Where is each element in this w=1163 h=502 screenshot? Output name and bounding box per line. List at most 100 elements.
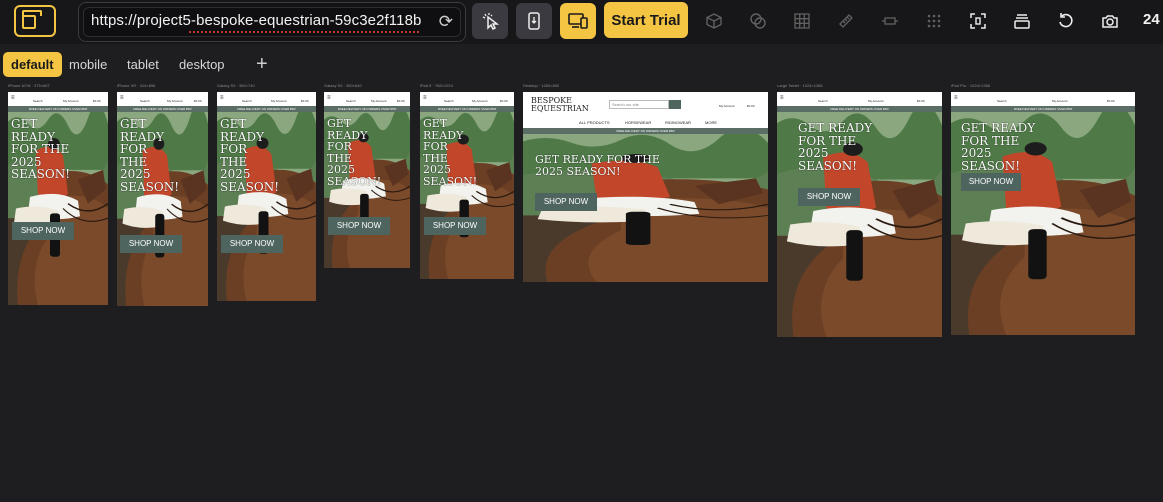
mobile-device-icon[interactable] [516, 3, 552, 39]
overlap-icon[interactable] [749, 12, 767, 30]
brand-line: EQUESTRIAN [531, 104, 589, 114]
site-cart-link[interactable]: €0.00 [93, 99, 101, 103]
device-label: iPhone 6/7/8 · 375×667 [8, 83, 50, 88]
undo-icon[interactable] [1057, 12, 1075, 30]
hero-banner: GET READY FOR THE 2025 SEASON! SHOP NOW [951, 112, 1135, 335]
site-account-link[interactable]: My Account [472, 99, 488, 103]
screenshot-frame-icon[interactable] [969, 12, 987, 30]
site-cart-link[interactable]: €0.00 [917, 99, 925, 103]
hamburger-icon[interactable]: ≡ [423, 95, 427, 101]
hamburger-icon[interactable]: ≡ [220, 95, 224, 101]
site-nav-item[interactable]: ALL PRODUCTS [579, 120, 610, 125]
site-account-link[interactable]: My Account [719, 104, 735, 108]
site-account-link[interactable]: My Account [1052, 99, 1068, 103]
site-header: Search My Account €0.00 ≡ [117, 92, 208, 106]
divider-icon[interactable] [881, 12, 899, 30]
site-search-link[interactable]: Search [346, 99, 356, 103]
hamburger-icon[interactable]: ≡ [11, 95, 15, 101]
shop-now-button[interactable]: SHOP NOW [12, 222, 74, 240]
hero-title: GET READY FOR THE 2025 SEASON! [423, 117, 478, 188]
url-bar[interactable]: https://project5-bespoke-equestrian-59c3… [78, 2, 466, 42]
site-search-link[interactable]: Search [242, 99, 252, 103]
hero-banner: GET READY FOR THE 2025 SEASON! SHOP NOW [8, 112, 108, 305]
site-search-link[interactable]: Search [818, 99, 828, 103]
shop-now-button[interactable]: SHOP NOW [221, 235, 283, 253]
site-search-link[interactable]: Search [33, 99, 43, 103]
start-trial-button[interactable]: Start Trial [604, 2, 688, 38]
site-cart-link[interactable]: €0.00 [301, 99, 309, 103]
hero-banner: GET READY FOR THE 2025 SEASON! SHOP NOW [420, 112, 514, 279]
tab-tablet[interactable]: tablet [119, 52, 167, 77]
device-frame[interactable]: Search My Account €0.00 ≡ FREE DELIVERY ON O… [117, 92, 208, 306]
site-search-button[interactable] [669, 100, 681, 109]
site-cart-link[interactable]: €0.00 [747, 104, 755, 108]
shop-now-button[interactable]: SHOP NOW [328, 217, 390, 235]
site-header: Search My Account €0.00 ≡ [777, 92, 942, 106]
device-frame[interactable]: Search My Account €0.00 ≡ FREE DELIVERY ON O… [951, 92, 1135, 335]
hero-title: GET READY FOR THE 2025 SEASON! [220, 117, 280, 194]
grid-icon[interactable] [793, 12, 811, 30]
site-account-link[interactable]: My Account [371, 99, 387, 103]
camera-icon[interactable] [1101, 12, 1119, 30]
tab-default[interactable]: default [3, 52, 62, 77]
device-frame[interactable]: Search My Account €0.00 ≡ FREE DELIVERY ON O… [217, 92, 316, 301]
logo-icon[interactable] [14, 5, 56, 37]
site-cart-link[interactable]: €0.00 [194, 99, 202, 103]
url-text[interactable]: https://project5-bespoke-equestrian-59c3… [91, 12, 421, 29]
hamburger-icon[interactable]: ≡ [120, 95, 124, 101]
site-nav-item[interactable]: HORSEWEAR [625, 120, 651, 125]
hero-banner: GET READY FOR THE 2025 SEASON! SHOP NOW [324, 112, 410, 268]
site-search-link[interactable]: Search [140, 99, 150, 103]
shop-now-button[interactable]: SHOP NOW [120, 235, 182, 253]
device-frame[interactable]: BESPOKE EQUESTRIAN Search our site My Accou… [523, 92, 768, 282]
hamburger-icon[interactable]: ≡ [327, 95, 331, 101]
device-label: Desktop · 1280×800 [523, 83, 560, 88]
shop-now-button[interactable]: SHOP NOW [535, 193, 597, 211]
add-tab-button[interactable]: + [256, 53, 268, 75]
hero-title: GET READY FOR THE 2025 SEASON! [120, 117, 180, 194]
hero-title: GET READY FOR THE 2025 SEASON! [961, 121, 1036, 173]
cube-icon[interactable] [705, 12, 723, 30]
hamburger-icon[interactable]: ≡ [780, 95, 784, 101]
reload-icon[interactable]: ⟳ [439, 12, 453, 32]
site-account-link[interactable]: My Account [63, 99, 79, 103]
site-cart-link[interactable]: €0.00 [397, 99, 405, 103]
device-label: Galaxy S5 · 360×640 [324, 83, 362, 88]
hero-banner: GET READY FOR THE 2025 SEASON! SHOP NOW [777, 112, 942, 337]
responsive-devices-icon[interactable] [560, 3, 596, 39]
tab-mobile[interactable]: mobile [61, 52, 115, 77]
hero-banner: GET READY FOR THE 2025 SEASON! SHOP NOW [217, 112, 316, 301]
dots-grid-icon[interactable] [925, 12, 943, 30]
site-account-link[interactable]: My Account [167, 99, 183, 103]
site-search-link[interactable]: Search [997, 99, 1007, 103]
site-header: Search My Account €0.00 ≡ [8, 92, 108, 106]
device-frame[interactable]: Search My Account €0.00 ≡ FREE DELIVERY ON O… [324, 92, 410, 268]
device-label: iPad 5 · 768×1024 [420, 83, 453, 88]
site-brand[interactable]: BESPOKE EQUESTRIAN [531, 96, 589, 114]
site-search-input[interactable]: Search our site [609, 100, 669, 109]
site-cart-link[interactable]: €0.00 [1107, 99, 1115, 103]
ruler-icon[interactable] [837, 12, 855, 30]
hamburger-icon[interactable]: ≡ [954, 95, 958, 101]
shop-now-button[interactable]: SHOP NOW [798, 188, 860, 206]
inspect-pointer-icon[interactable] [472, 3, 508, 39]
site-account-link[interactable]: My Account [868, 99, 884, 103]
device-label: iPad Pro · 1024×1366 [951, 83, 991, 88]
shop-now-button[interactable]: SHOP NOW [424, 217, 486, 235]
site-nav-item[interactable]: RIDINGWEAR [665, 120, 691, 125]
site-header: Search My Account €0.00 ≡ [217, 92, 316, 106]
site-nav-item[interactable]: MORE [705, 120, 717, 125]
shop-now-button[interactable]: SHOP NOW [961, 173, 1021, 191]
device-label: iPhone XR · 414×896 [117, 83, 156, 88]
site-account-link[interactable]: My Account [271, 99, 287, 103]
hero-title: GET READY FOR THE 2025 SEASON! [11, 117, 71, 182]
spellcheck-underline [189, 31, 419, 33]
tab-desktop[interactable]: desktop [171, 52, 233, 77]
site-search-link[interactable]: Search [444, 99, 454, 103]
device-label: Galaxy S9 · 360×740 [217, 83, 255, 88]
device-frame[interactable]: Search My Account €0.00 ≡ FREE DELIVERY ON O… [420, 92, 514, 279]
site-cart-link[interactable]: €0.00 [500, 99, 508, 103]
device-frame[interactable]: Search My Account €0.00 ≡ FREE DELIVERY ON O… [8, 92, 108, 305]
device-frame[interactable]: Search My Account €0.00 ≡ FREE DELIVERY ON O… [777, 92, 942, 337]
layers-icon[interactable] [1013, 12, 1031, 30]
